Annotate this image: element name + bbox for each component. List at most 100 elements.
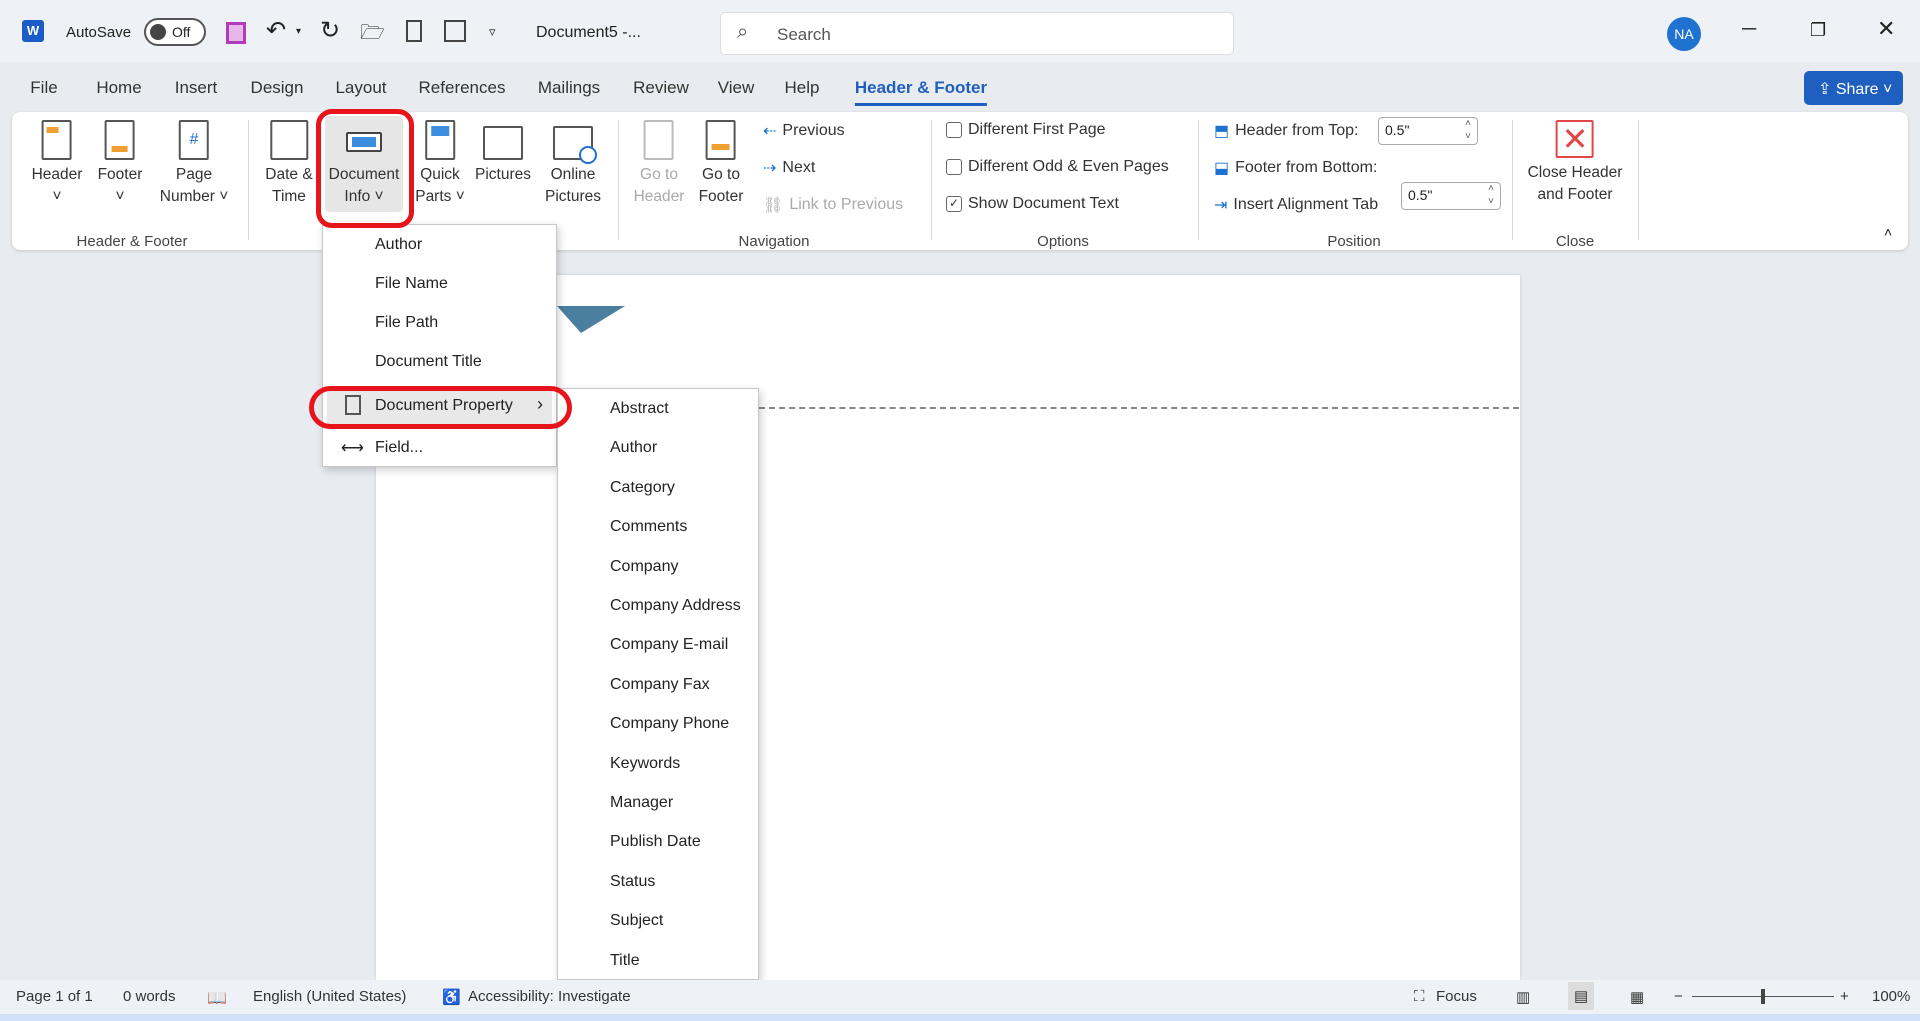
undo-icon[interactable]: ↶ bbox=[266, 16, 286, 45]
tab-layout[interactable]: Layout bbox=[335, 78, 386, 98]
field-icon: ⟷ bbox=[341, 440, 364, 457]
submenu-item-keywords[interactable]: Keywords bbox=[610, 755, 680, 773]
zoom-out-button[interactable]: − bbox=[1674, 988, 1683, 1005]
edit-icon[interactable] bbox=[444, 20, 466, 42]
page-count[interactable]: Page 1 of 1 bbox=[16, 988, 93, 1005]
different-first-page-checkbox[interactable]: Different First Page bbox=[946, 121, 1106, 139]
different-odd-even-checkbox[interactable]: Different Odd & Even Pages bbox=[946, 158, 1169, 176]
language[interactable]: English (United States) bbox=[253, 988, 406, 1005]
header-button[interactable]: Header ˅ bbox=[32, 120, 82, 208]
focus-button[interactable]: Focus bbox=[1436, 988, 1477, 1005]
tab-references[interactable]: References bbox=[419, 78, 506, 98]
avatar[interactable]: NA bbox=[1667, 17, 1701, 51]
submenu-item-comments[interactable]: Comments bbox=[610, 518, 687, 536]
calendar-clock-icon bbox=[269, 120, 308, 160]
restore-icon[interactable]: ❐ bbox=[1810, 20, 1826, 41]
zoom-slider[interactable] bbox=[1692, 989, 1834, 1004]
submenu-item-abstract[interactable]: Abstract bbox=[610, 400, 669, 418]
show-document-text-checkbox[interactable]: ✓ Show Document Text bbox=[946, 195, 1119, 213]
close-header-footer-button[interactable]: ✕ Close Header and Footer bbox=[1528, 120, 1622, 206]
minimize-icon[interactable]: ─ bbox=[1742, 18, 1756, 41]
menu-item-author[interactable]: Author bbox=[375, 236, 422, 254]
pictures-icon bbox=[483, 126, 523, 160]
online-pictures-button[interactable]: Online Pictures bbox=[545, 120, 601, 208]
new-document-icon[interactable] bbox=[406, 20, 422, 42]
header-from-top-input[interactable]: 0.5" bbox=[1378, 117, 1478, 145]
tab-review[interactable]: Review bbox=[633, 78, 689, 98]
group-label-header-footer: Header & Footer bbox=[76, 233, 188, 250]
tab-mailings[interactable]: Mailings bbox=[538, 78, 600, 98]
divider bbox=[618, 120, 619, 240]
zoom-level[interactable]: 100% bbox=[1872, 988, 1910, 1005]
menu-item-field[interactable]: ⟷ Field... bbox=[327, 435, 552, 463]
zoom-in-button[interactable]: + bbox=[1840, 988, 1849, 1005]
header-decoration-shape bbox=[557, 306, 625, 333]
taskbar-strip bbox=[0, 1014, 1920, 1021]
go-to-header-button[interactable]: Go to Header bbox=[634, 120, 684, 208]
submenu-item-manager[interactable]: Manager bbox=[610, 794, 673, 812]
word-count[interactable]: 0 words bbox=[123, 988, 176, 1005]
insert-alignment-tab-button[interactable]: ⇥ Insert Alignment Tab bbox=[1214, 195, 1378, 215]
status-bar: Page 1 of 1 0 words 📖 English (United St… bbox=[0, 980, 1920, 1014]
autosave-toggle[interactable]: Off bbox=[144, 18, 206, 46]
undo-dropdown-icon[interactable]: ▾ bbox=[296, 26, 301, 37]
accessibility-status[interactable]: Accessibility: Investigate bbox=[468, 988, 631, 1005]
tab-view[interactable]: View bbox=[718, 78, 755, 98]
close-window-icon[interactable]: ✕ bbox=[1877, 16, 1895, 42]
submenu-item-company-address[interactable]: Company Address bbox=[610, 597, 741, 615]
quick-parts-button[interactable]: Quick Parts ˅ bbox=[415, 120, 465, 208]
group-label-position: Position bbox=[1327, 233, 1381, 250]
date-time-button[interactable]: Date & Time bbox=[265, 120, 313, 208]
menu-item-file-path[interactable]: File Path bbox=[375, 314, 438, 332]
customize-toolbar-icon[interactable]: ▿ bbox=[489, 24, 496, 40]
go-to-footer-button[interactable]: Go to Footer bbox=[699, 120, 743, 208]
next-button[interactable]: ⇢ Next bbox=[763, 158, 815, 178]
share-button[interactable]: ⇪ Share ˅ bbox=[1804, 71, 1903, 105]
footer-position-icon: ⬓ bbox=[1214, 160, 1230, 177]
chevron-down-icon: ˅ bbox=[52, 188, 62, 205]
tab-file[interactable]: File bbox=[30, 78, 57, 98]
submenu-item-company-e-mail[interactable]: Company E-mail bbox=[610, 636, 728, 654]
next-icon: ⇢ bbox=[763, 160, 777, 177]
highlight-document-info bbox=[316, 109, 414, 228]
footer-from-bottom-input[interactable]: 0.5" bbox=[1401, 182, 1501, 210]
submenu-item-subject[interactable]: Subject bbox=[610, 912, 663, 930]
print-layout-icon[interactable]: ▤ bbox=[1568, 982, 1595, 1010]
submenu-item-company-phone[interactable]: Company Phone bbox=[610, 715, 729, 733]
header-from-top-label: ⬒ Header from Top: bbox=[1214, 122, 1359, 140]
open-folder-icon[interactable]: 🗁 bbox=[360, 18, 385, 52]
autosave-label: AutoSave bbox=[66, 24, 132, 41]
tab-home[interactable]: Home bbox=[96, 78, 141, 98]
tab-insert[interactable]: Insert bbox=[175, 78, 218, 98]
submenu-item-author[interactable]: Author bbox=[610, 439, 657, 457]
submenu-item-category[interactable]: Category bbox=[610, 479, 675, 497]
tab-header-footer[interactable]: Header & Footer bbox=[854, 78, 988, 106]
collapse-ribbon-icon[interactable]: ˄ bbox=[1884, 224, 1892, 240]
pictures-button[interactable]: Pictures bbox=[475, 120, 531, 186]
submenu-item-company-fax[interactable]: Company Fax bbox=[610, 676, 710, 694]
search-box[interactable]: ⌕ Search bbox=[720, 12, 1234, 55]
submenu-item-company[interactable]: Company bbox=[610, 558, 678, 576]
redo-icon[interactable]: ↻ bbox=[320, 16, 340, 45]
focus-icon[interactable]: ⛶ bbox=[1414, 988, 1425, 1005]
zoom-slider-thumb[interactable] bbox=[1761, 989, 1765, 1004]
page-number-icon: # bbox=[179, 120, 209, 160]
footer-button[interactable]: Footer ˅ bbox=[98, 120, 142, 208]
web-layout-icon[interactable]: ▦ bbox=[1630, 988, 1644, 1006]
save-icon[interactable] bbox=[226, 22, 246, 44]
divider bbox=[248, 120, 249, 240]
go-to-footer-icon bbox=[706, 120, 736, 160]
tab-help[interactable]: Help bbox=[785, 78, 820, 98]
menu-item-file-name[interactable]: File Name bbox=[375, 275, 448, 293]
link-to-previous-button[interactable]: ⛓ Link to Previous bbox=[763, 195, 903, 215]
read-mode-icon[interactable]: ▥ bbox=[1516, 988, 1530, 1006]
ribbon-tabs: File Home Insert Design Layout Reference… bbox=[0, 70, 1920, 106]
proofing-book-icon[interactable]: 📖 bbox=[207, 988, 227, 1008]
page-number-button[interactable]: # Page Number ˅ bbox=[160, 120, 228, 208]
previous-button[interactable]: ⇠ Previous bbox=[763, 121, 845, 141]
tab-design[interactable]: Design bbox=[251, 78, 304, 98]
submenu-item-status[interactable]: Status bbox=[610, 873, 655, 891]
menu-item-document-title[interactable]: Document Title bbox=[375, 353, 482, 371]
submenu-item-title[interactable]: Title bbox=[610, 952, 640, 970]
submenu-item-publish-date[interactable]: Publish Date bbox=[610, 833, 701, 851]
